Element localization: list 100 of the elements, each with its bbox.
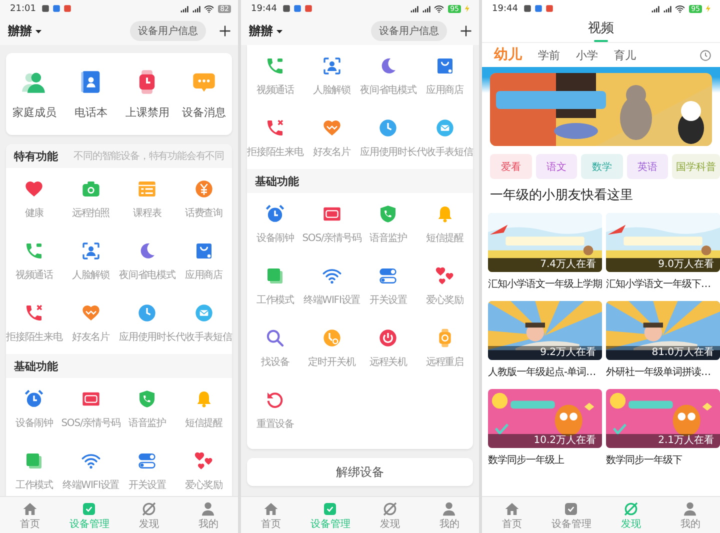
feature-button[interactable]: 好友名片 bbox=[62, 292, 119, 354]
user-info-button[interactable]: 设备用户信息 bbox=[371, 21, 447, 41]
signal-icon bbox=[651, 4, 662, 14]
subject-chip[interactable]: 数学 bbox=[581, 154, 623, 179]
copy-icon bbox=[265, 266, 286, 286]
feature-button[interactable]: 话费查询 bbox=[176, 168, 232, 230]
shield-icon bbox=[378, 204, 398, 224]
feature-button[interactable]: 人脸解锁 bbox=[62, 230, 119, 292]
feature-button[interactable]: 远程关机 bbox=[360, 317, 416, 379]
feature-button[interactable]: 拒接陌生来电 bbox=[6, 292, 62, 354]
orbit-icon bbox=[140, 500, 157, 516]
feature-button[interactable]: 人脸解锁 bbox=[304, 45, 360, 107]
plus-icon[interactable] bbox=[218, 24, 232, 38]
nav-tab[interactable]: 设备管理 bbox=[542, 497, 601, 533]
bolt-icon bbox=[463, 4, 472, 13]
feature-button[interactable]: SOS/亲情号码 bbox=[304, 193, 360, 255]
phone-cross-icon bbox=[24, 302, 44, 322]
feature-button[interactable]: 夜间省电模式 bbox=[360, 45, 416, 107]
status-time: 19:44 bbox=[251, 4, 277, 14]
video-title[interactable]: 汇知小学语文一年级上学期 bbox=[488, 278, 602, 292]
feature-button[interactable]: 设备消息 bbox=[176, 68, 232, 120]
nav-tab[interactable]: 我的 bbox=[178, 497, 238, 533]
feature-button[interactable]: 短信提醒 bbox=[416, 193, 473, 255]
viewer-count: 81.0万人在看 bbox=[606, 346, 720, 360]
feature-button[interactable]: 好友名片 bbox=[304, 107, 360, 169]
feature-button[interactable]: 电话本 bbox=[62, 68, 119, 120]
camera-icon bbox=[80, 178, 101, 198]
feature-button[interactable]: 短信提醒 bbox=[176, 378, 232, 440]
feature-button[interactable]: 爱心奖励 bbox=[176, 440, 232, 496]
feature-button[interactable]: 语音监护 bbox=[360, 193, 416, 255]
nav-tab[interactable]: 首页 bbox=[0, 497, 60, 533]
feature-button[interactable]: 设备闹钟 bbox=[6, 378, 62, 440]
feature-button[interactable]: 课程表 bbox=[119, 168, 176, 230]
unbind-button[interactable]: 解绑设备 bbox=[247, 458, 473, 486]
feature-button[interactable]: 远程拍照 bbox=[62, 168, 119, 230]
feature-button[interactable]: 应用使用时长 bbox=[360, 107, 416, 169]
viewer-count: 9.2万人在看 bbox=[488, 346, 602, 360]
nav-tab[interactable]: 设备管理 bbox=[300, 497, 360, 533]
person-icon bbox=[200, 500, 216, 516]
feature-button[interactable]: SOS/亲情号码 bbox=[62, 378, 119, 440]
clock-icon bbox=[378, 118, 398, 138]
viewer-count: 7.4万人在看 bbox=[488, 258, 602, 272]
video-title[interactable]: 人教版一年级起点-单词… bbox=[488, 366, 602, 380]
search-icon bbox=[265, 328, 286, 348]
feature-button[interactable]: 夜间省电模式 bbox=[119, 230, 176, 292]
feature-button[interactable]: 健康 bbox=[6, 168, 62, 230]
feature-button[interactable]: 终端WIFI设置 bbox=[304, 255, 360, 317]
feature-button[interactable]: 设备闹钟 bbox=[247, 193, 304, 255]
subject-chip[interactable]: 英语 bbox=[626, 154, 668, 179]
feature-button[interactable]: 代收手表短信 bbox=[176, 292, 232, 354]
video-title[interactable]: 数学同步一年级上 bbox=[488, 454, 602, 468]
feature-button[interactable]: 终端WIFI设置 bbox=[62, 440, 119, 496]
feature-button[interactable]: 视频通话 bbox=[247, 45, 304, 107]
feature-button[interactable]: 定时开关机 bbox=[304, 317, 360, 379]
nav-tab[interactable]: 发现 bbox=[119, 497, 178, 533]
feature-button[interactable]: 应用使用时长 bbox=[119, 292, 176, 354]
device-selector[interactable]: 辦辦 bbox=[249, 22, 284, 40]
hearts-icon bbox=[434, 266, 455, 286]
plus-icon[interactable] bbox=[459, 24, 473, 38]
feature-button[interactable]: 工作模式 bbox=[247, 255, 304, 317]
nav-tab[interactable]: 发现 bbox=[601, 497, 660, 533]
category-tab[interactable]: 小学 bbox=[576, 48, 598, 62]
nav-tab[interactable]: 设备管理 bbox=[60, 497, 119, 533]
feature-button[interactable]: 视频通话 bbox=[6, 230, 62, 292]
history-icon[interactable] bbox=[699, 48, 712, 62]
category-tab[interactable]: 育儿 bbox=[614, 48, 636, 62]
bag-icon bbox=[434, 56, 455, 76]
feature-button[interactable]: 拒接陌生来电 bbox=[247, 107, 304, 169]
feature-button[interactable]: 找设备 bbox=[247, 317, 304, 379]
video-title[interactable]: 汇知小学语文一年级下… bbox=[606, 278, 720, 292]
section-title: 基础功能 bbox=[255, 174, 299, 188]
feature-button[interactable]: 上课禁用 bbox=[119, 68, 176, 120]
nav-tab[interactable]: 发现 bbox=[360, 497, 420, 533]
phone-cross-icon bbox=[265, 118, 286, 138]
nav-tab[interactable]: 我的 bbox=[660, 497, 720, 533]
feature-button[interactable]: 爱心奖励 bbox=[416, 255, 473, 317]
user-info-button[interactable]: 设备用户信息 bbox=[130, 21, 206, 41]
wifi-icon bbox=[675, 4, 686, 14]
feature-button[interactable]: 重置设备 bbox=[247, 379, 304, 441]
subject-chip[interactable]: 语文 bbox=[536, 154, 578, 179]
feature-button[interactable]: 应用商店 bbox=[176, 230, 232, 292]
feature-button[interactable]: 开关设置 bbox=[360, 255, 416, 317]
feature-button[interactable]: 代收手表短信 bbox=[416, 107, 473, 169]
subject-chip[interactable]: 爱看 bbox=[490, 154, 532, 179]
nav-tab[interactable]: 我的 bbox=[420, 497, 479, 533]
video-title[interactable]: 数学同步一年级下 bbox=[606, 454, 720, 468]
device-selector[interactable]: 辦辦 bbox=[8, 22, 43, 40]
video-title[interactable]: 外研社一年级单词拼读… bbox=[606, 366, 720, 380]
feature-button[interactable]: 语音监护 bbox=[119, 378, 176, 440]
subject-chip[interactable]: 国学科普 bbox=[672, 154, 720, 179]
feature-button[interactable]: 家庭成员 bbox=[6, 68, 62, 120]
category-tab[interactable]: 幼儿 bbox=[494, 46, 522, 64]
nav-tab[interactable]: 首页 bbox=[482, 497, 542, 533]
feature-button[interactable]: 应用商店 bbox=[416, 45, 473, 107]
category-tab[interactable]: 学前 bbox=[538, 48, 560, 62]
check-square-icon bbox=[322, 500, 338, 516]
page-title: 视频 bbox=[588, 20, 614, 37]
feature-button[interactable]: 远程重启 bbox=[416, 317, 473, 379]
nav-tab[interactable]: 首页 bbox=[241, 497, 300, 533]
video-phone-icon bbox=[24, 240, 44, 260]
